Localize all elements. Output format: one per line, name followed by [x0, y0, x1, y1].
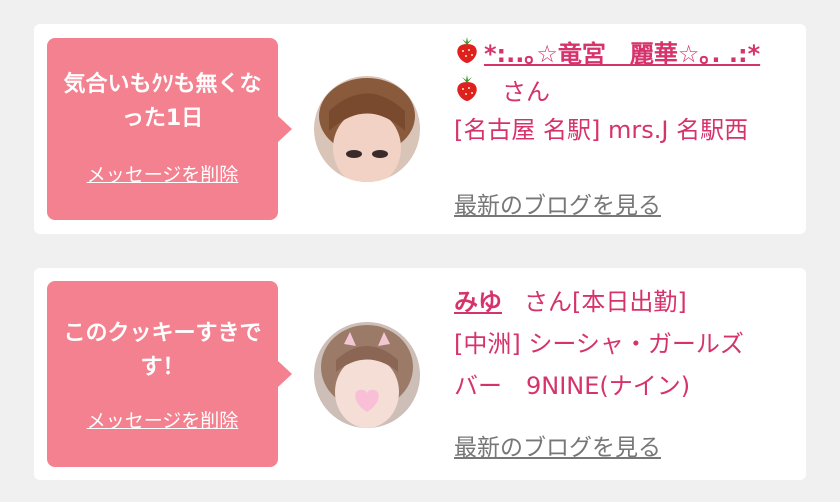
name-suffix: さん[本日出勤]: [524, 288, 687, 316]
latest-blog-link[interactable]: 最新のブログを見る: [454, 428, 661, 462]
sender-info: *:..｡☆竜宮 麗華☆｡. .:* さん [名古屋 名駅] mrs.J 名駅西: [454, 36, 796, 148]
message-card: 気合いもｸｿも無くなった1日 メッセージを削除 *:..｡☆竜宮 麗華☆｡. .…: [34, 24, 806, 234]
name-suffix: さん: [502, 78, 550, 106]
shop-name: [中洲] シーシャ・ガールズ: [454, 330, 744, 358]
message-bubble: 気合いもｸｿも無くなった1日 メッセージを削除: [47, 38, 292, 220]
strawberry-icon: [454, 36, 480, 74]
message-bubble: このクッキーすきです！ メッセージを削除: [47, 281, 292, 467]
message-card: このクッキーすきです！ メッセージを削除 みゆ さん[本日出勤] [中洲] シーシ…: [34, 268, 806, 480]
delete-message-link[interactable]: メッセージを削除: [47, 406, 278, 433]
delete-message-link[interactable]: メッセージを削除: [47, 160, 278, 187]
message-text: このクッキーすきです！: [63, 321, 262, 380]
sender-name-link[interactable]: みゆ: [454, 288, 502, 316]
message-text: 気合いもｸｿも無くなった1日: [63, 72, 262, 131]
shop-name: [名古屋 名駅] mrs.J 名駅西: [454, 116, 749, 144]
avatar[interactable]: [314, 76, 420, 182]
sender-info: みゆ さん[本日出勤] [中洲] シーシャ・ガールズ バー 9NINE(ナイン): [454, 284, 796, 404]
avatar[interactable]: [314, 322, 420, 428]
strawberry-icon: [454, 74, 480, 112]
latest-blog-link[interactable]: 最新のブログを見る: [454, 186, 661, 220]
shop-name-continued: バー 9NINE(ナイン): [454, 372, 691, 400]
sender-name-link[interactable]: *:..｡☆竜宮 麗華☆｡. .:*: [484, 40, 760, 68]
